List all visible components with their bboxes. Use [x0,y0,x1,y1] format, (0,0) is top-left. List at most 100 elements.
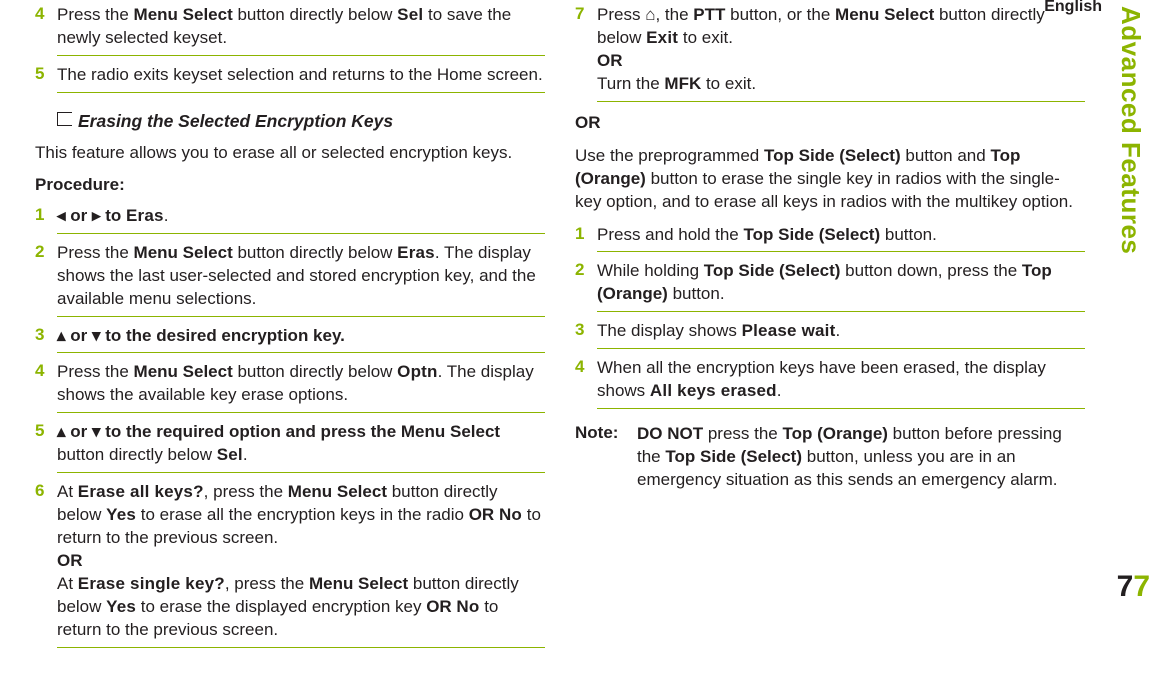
t: button to erase the single key in radios… [575,169,1073,211]
step-body: Press and hold the Top Side (Select) but… [597,224,1085,247]
step-number: 7 [575,4,597,96]
step-number: 4 [35,361,57,407]
note-label: Note: [575,423,637,492]
t: The display shows [597,321,742,340]
section-title: Erasing the Selected Encryption Keys [57,111,545,132]
t: . [164,206,169,225]
arrow-up-down-icon: ▴ or ▾ to the desired encryption key. [57,326,345,345]
divider [597,408,1085,409]
step-body: When all the encryption keys have been e… [597,357,1085,403]
t: to erase the displayed encryption key [136,597,426,616]
divider [597,311,1085,312]
step-number: 2 [575,260,597,306]
page-number-dark: 7 [1117,570,1134,603]
t: , press the [204,482,288,501]
t: Top Side (Select) [764,146,901,165]
t: to exit. [701,74,756,93]
t: Erase single key? [78,574,225,593]
erase-step-2: 2 Press the Menu Select button directly … [35,242,545,311]
t: While holding [597,261,704,280]
or-separator: OR [597,50,1085,73]
step-number: 3 [35,325,57,348]
t: Press the [57,5,134,24]
t: . [777,381,782,400]
erase-step-5: 5 ▴ or ▾ to the required option and pres… [35,421,545,467]
step-body: While holding Top Side (Select) button d… [597,260,1085,306]
t: Exit [646,28,678,47]
arrow-left-right-icon: ◂ or ▸ to [57,206,126,225]
t: Menu Select [288,482,387,501]
t: button down, press the [840,261,1021,280]
step-number: 3 [575,320,597,343]
or-separator: OR [57,550,545,573]
t: button directly below [57,445,217,464]
t: Top Side (Select) [665,447,802,466]
step-number: 1 [575,224,597,247]
divider [57,352,545,353]
t: button, or the [725,5,835,24]
t: At [57,574,78,593]
t: Please wait [742,321,836,340]
divider [597,348,1085,349]
step-number: 6 [35,481,57,642]
t: Sel [217,445,243,464]
t: button directly below [233,5,397,24]
t: , press the [225,574,309,593]
book-icon [57,112,72,126]
step-number: 2 [35,242,57,311]
t: No [499,505,522,524]
alt-step-1: 1 Press and hold the Top Side (Select) b… [575,224,1085,247]
t: MFK [664,74,701,93]
page-number: 77 [1117,570,1150,604]
t: Eras [126,206,164,225]
alt-step-2: 2 While holding Top Side (Select) button… [575,260,1085,306]
sidebar: Advanced Features 77 [1110,6,1150,626]
t: Top Side (Select) [704,261,841,280]
step-body: ▴ or ▾ to the required option and press … [57,421,545,467]
alt-step-3: 3 The display shows Please wait. [575,320,1085,343]
step-body: Press the Menu Select button directly be… [57,361,545,407]
divider [57,55,545,56]
t: Press the [57,362,134,381]
t: button. [668,284,725,303]
right-step-7: 7 Press ⌂, the PTT button, or the Menu S… [575,4,1085,96]
step-body: Press the Menu Select button directly be… [57,4,545,50]
step-body: The radio exits keyset selection and ret… [57,64,545,87]
t: Menu Select [134,243,233,262]
home-icon: ⌂ [645,4,655,27]
erase-step-4: 4 Press the Menu Select button directly … [35,361,545,407]
t: button directly below [233,243,397,262]
step-body: At Erase all keys?, press the Menu Selec… [57,481,545,642]
t: All keys erased [650,381,777,400]
divider [57,412,545,413]
right-column: 7 Press ⌂, the PTT button, or the Menu S… [560,0,1100,698]
step-number: 5 [35,64,57,87]
page-number-light: 7 [1133,570,1150,603]
t: Menu Select [309,574,408,593]
t: No [456,597,479,616]
left-step-5: 5 The radio exits keyset selection and r… [35,64,545,87]
t: button. [880,225,937,244]
note-body: DO NOT press the Top (Orange) button bef… [637,423,1085,492]
step-number: 4 [575,357,597,403]
t: Erase all keys? [78,482,204,501]
or-heading: OR [575,112,1085,135]
t: to exit. [678,28,733,47]
t: Sel [397,5,423,24]
t: , the [655,5,693,24]
t: PTT [693,5,725,24]
t: OR [426,597,452,616]
divider [597,251,1085,252]
t: . [243,445,248,464]
step-number: 5 [35,421,57,467]
t: Menu Select [835,5,934,24]
t: Turn the [597,74,664,93]
t: Press [597,5,645,24]
t: . [835,321,840,340]
t: OR [469,505,495,524]
left-column: 4 Press the Menu Select button directly … [20,0,560,698]
t: Menu Select [401,422,500,441]
t: Press the [57,243,134,262]
t: Top (Orange) [782,424,887,443]
paragraph: Use the preprogrammed Top Side (Select) … [575,145,1085,214]
